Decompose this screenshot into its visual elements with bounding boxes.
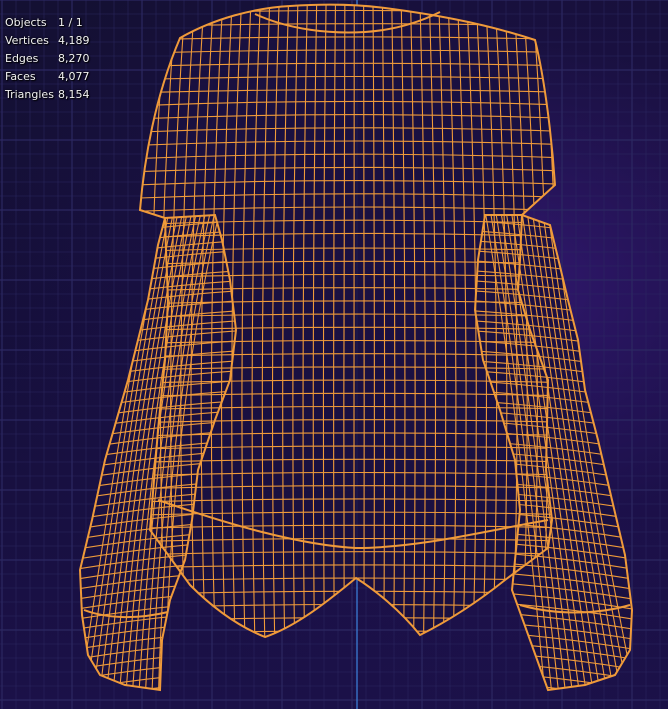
- mesh-edge: [475, 689, 632, 690]
- stat-label: Triangles: [5, 88, 54, 101]
- stat-value: 8,154: [58, 88, 90, 101]
- stat-label: Objects: [5, 16, 47, 29]
- stat-triangles: Triangles 8,154: [5, 86, 90, 104]
- mesh-edge: [80, 689, 236, 690]
- mesh-edge: [363, 4, 365, 638]
- scene-statistics-overlay: Objects 1 / 1 Vertices 4,189 Edges 8,270…: [5, 14, 90, 104]
- 3d-viewport[interactable]: Objects 1 / 1 Vertices 4,189 Edges 8,270…: [0, 0, 668, 709]
- sweater-mesh-wireframe[interactable]: [0, 0, 668, 709]
- stat-value: 4,077: [58, 70, 90, 83]
- stat-edges: Edges 8,270: [5, 50, 90, 68]
- stat-value: 1 / 1: [58, 16, 83, 29]
- stat-value: 8,270: [58, 52, 90, 65]
- stat-label: Edges: [5, 52, 39, 65]
- stat-label: Vertices: [5, 34, 49, 47]
- stat-label: Faces: [5, 70, 36, 83]
- stat-objects: Objects 1 / 1: [5, 14, 90, 32]
- stat-vertices: Vertices 4,189: [5, 32, 90, 50]
- stat-value: 4,189: [58, 34, 90, 47]
- stat-faces: Faces 4,077: [5, 68, 90, 86]
